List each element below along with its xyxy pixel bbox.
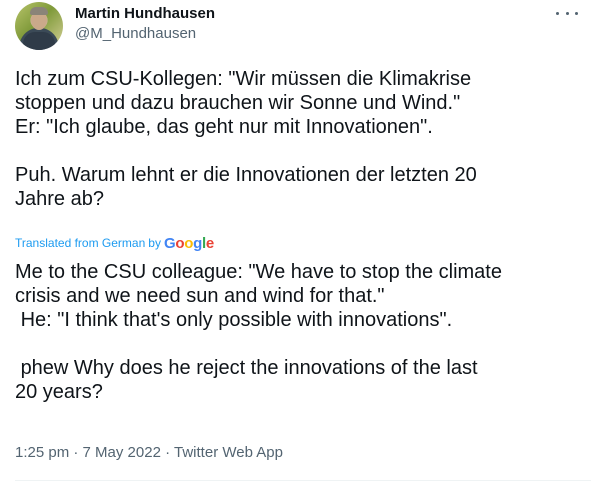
author-block: Martin Hundhausen @M_Hundhausen	[75, 4, 215, 44]
tweet-source[interactable]: Twitter Web App	[174, 444, 283, 461]
google-logo: Google	[163, 234, 214, 252]
avatar[interactable]	[15, 2, 63, 50]
by-label: by	[148, 236, 161, 250]
separator: ·	[73, 444, 79, 461]
divider	[15, 480, 591, 481]
tweet-meta: 1:25 pm · 7 May 2022 · Twitter Web App	[15, 443, 283, 463]
separator: ·	[165, 444, 171, 461]
author-handle[interactable]: @M_Hundhausen	[75, 24, 215, 44]
tweet-translated-text: Me to the CSU colleague: "We have to sto…	[15, 261, 502, 403]
translated-from-label[interactable]: Translated from German	[15, 236, 145, 250]
dot	[575, 11, 578, 15]
tweet-timestamp[interactable]: 1:25 pm · 7 May 2022	[15, 444, 161, 461]
tweet-date[interactable]: 7 May 2022	[83, 444, 161, 461]
avatar-hair	[30, 7, 48, 15]
more-options-icon[interactable]	[556, 4, 578, 22]
tweet: Martin Hundhausen @M_Hundhausen Ich zum …	[0, 0, 606, 490]
dot	[556, 11, 559, 15]
author-display-name[interactable]: Martin Hundhausen	[75, 4, 215, 24]
translation-attribution: Translated from German by Google	[15, 234, 214, 252]
tweet-time[interactable]: 1:25 pm	[15, 444, 69, 461]
tweet-original-text: Ich zum CSU-Kollegen: "Wir müssen die Kl…	[15, 68, 477, 210]
dot	[565, 11, 569, 15]
avatar-shirt	[23, 32, 55, 50]
